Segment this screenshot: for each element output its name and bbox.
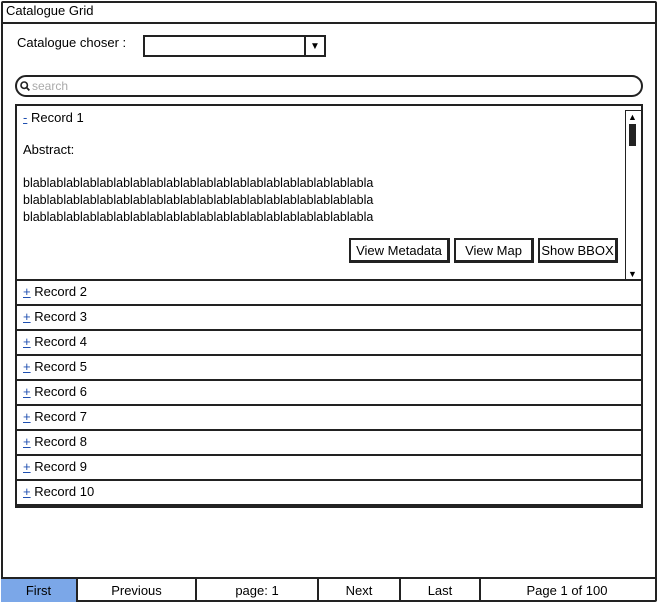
expand-toggle[interactable]: + — [23, 484, 31, 499]
expand-toggle[interactable]: + — [23, 309, 31, 324]
abstract-label: Abstract: — [23, 142, 75, 157]
record-header[interactable]: - Record 1 — [23, 110, 84, 125]
search-bar[interactable] — [15, 75, 643, 97]
title-bar — [1, 1, 657, 24]
collapse-toggle[interactable]: - — [23, 110, 27, 125]
last-page-button[interactable]: Last — [401, 579, 481, 602]
window-title: Catalogue Grid — [6, 3, 94, 18]
record-row[interactable]: + Record 3 — [15, 306, 643, 331]
expand-toggle[interactable]: + — [23, 384, 31, 399]
record-row[interactable]: + Record 8 — [15, 431, 643, 456]
record-scrollbar[interactable]: ▲ ▼ — [625, 110, 641, 280]
record-row[interactable]: + Record 5 — [15, 356, 643, 381]
scroll-up-icon[interactable]: ▲ — [628, 112, 637, 122]
search-input[interactable] — [32, 78, 622, 94]
catalogue-chooser-select[interactable]: ▼ — [143, 35, 326, 57]
scroll-down-icon[interactable]: ▼ — [628, 269, 637, 279]
view-metadata-button[interactable]: View Metadata — [349, 238, 450, 263]
page-info: Page 1 of 100 — [526, 583, 608, 598]
record-title: Record 2 — [34, 284, 87, 299]
previous-page-button[interactable]: Previous — [78, 579, 197, 602]
show-bbox-button[interactable]: Show BBOX — [538, 238, 618, 263]
record-title: Record 7 — [34, 409, 87, 424]
chevron-down-icon[interactable]: ▼ — [304, 37, 324, 55]
page-input[interactable]: page: 1 — [197, 579, 319, 602]
expand-toggle[interactable]: + — [23, 284, 31, 299]
pagination-bar: First Previous page: 1 Next Last Page 1 … — [1, 577, 657, 602]
scroll-thumb[interactable] — [629, 124, 636, 146]
expand-toggle[interactable]: + — [23, 434, 31, 449]
record-row[interactable]: + Record 2 — [15, 281, 643, 306]
first-page-button[interactable]: First — [1, 579, 78, 602]
record-title: Record 6 — [34, 384, 87, 399]
expand-toggle[interactable]: + — [23, 409, 31, 424]
view-map-button[interactable]: View Map — [454, 238, 534, 263]
expand-toggle[interactable]: + — [23, 459, 31, 474]
record-row[interactable]: + Record 7 — [15, 406, 643, 431]
abstract-text: blablablablablablablablablablablablablab… — [23, 175, 373, 226]
record-title: Record 4 — [34, 334, 87, 349]
record-title: Record 5 — [34, 359, 87, 374]
record-expanded: - Record 1 Abstract: blablablablablablab… — [15, 104, 643, 281]
record-title: Record 3 — [34, 309, 87, 324]
catalogue-chooser-label: Catalogue choser : — [17, 35, 127, 50]
search-icon — [20, 81, 30, 91]
abstract-line: blablablablablablablablablablablablablab… — [23, 210, 374, 224]
record-title: Record 10 — [34, 484, 95, 499]
record-row[interactable]: + Record 4 — [15, 331, 643, 356]
expand-toggle[interactable]: + — [23, 359, 31, 374]
next-page-button[interactable]: Next — [319, 579, 401, 602]
abstract-line: blablablablablablablablablablablablablab… — [23, 176, 374, 190]
record-row[interactable]: + Record 10 — [15, 481, 643, 506]
expand-toggle[interactable]: + — [23, 334, 31, 349]
record-row[interactable]: + Record 9 — [15, 456, 643, 481]
record-title: Record 1 — [30, 110, 84, 125]
record-title: Record 9 — [34, 459, 87, 474]
record-row[interactable]: + Record 6 — [15, 381, 643, 406]
record-title: Record 8 — [34, 434, 87, 449]
abstract-line: blablablablablablablablablablablablablab… — [23, 193, 374, 207]
